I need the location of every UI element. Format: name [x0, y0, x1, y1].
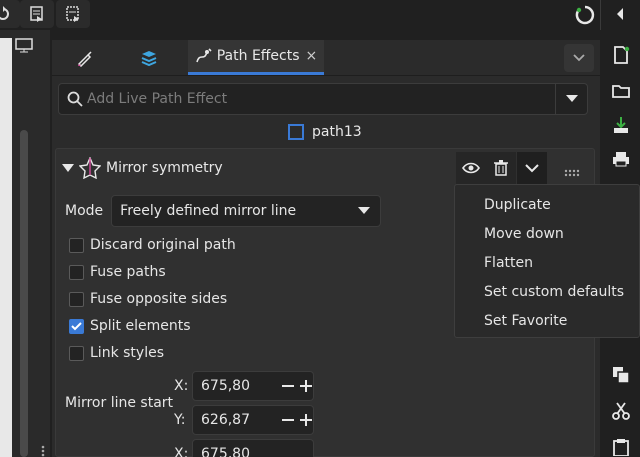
mode-select[interactable]: Freely defined mirror line: [111, 195, 382, 227]
tab-path-effects[interactable]: Path Effects ×: [188, 40, 324, 75]
toolbar-separator: [600, 0, 601, 30]
top-toolbar: [0, 0, 640, 30]
option-label: Discard original path: [90, 237, 236, 253]
dropdown-arrow-icon: [565, 95, 578, 102]
decrement-button[interactable]: [279, 410, 297, 430]
chevron-down-icon: [573, 54, 585, 62]
object-id-label: path13: [312, 124, 362, 140]
start-y-spinbox[interactable]: 626,87: [192, 405, 314, 435]
minus-icon: [282, 419, 294, 421]
pen-brush-icon: [77, 50, 92, 67]
drag-handle-icon[interactable]: [41, 445, 45, 457]
option-link-styles[interactable]: Link styles: [69, 343, 164, 363]
start-x-label: X:: [174, 378, 189, 394]
document-import-icon: [66, 6, 79, 22]
option-label: Fuse opposite sides: [90, 291, 228, 307]
menu-item-set-favorite[interactable]: Set Favorite: [484, 313, 567, 329]
option-fuse-paths[interactable]: Fuse paths: [69, 262, 166, 282]
end-x-label: X:: [174, 446, 189, 457]
start-y-value: 626,87: [201, 412, 250, 428]
checkbox[interactable]: [69, 264, 84, 280]
close-tab-icon[interactable]: ×: [306, 48, 318, 64]
document-export-icon: [30, 6, 43, 22]
save-icon[interactable]: [612, 116, 630, 134]
menu-item-set-custom-defaults[interactable]: Set custom defaults: [484, 284, 624, 300]
print-icon[interactable]: [612, 150, 630, 168]
mode-row: Mode Freely defined mirror line: [65, 195, 382, 227]
plus-icon: [300, 414, 312, 426]
tab-layers[interactable]: [132, 40, 166, 75]
eye-icon: [462, 162, 480, 174]
increment-button[interactable]: [297, 376, 315, 396]
path-effects-icon: [195, 48, 212, 63]
menu-item-move-down[interactable]: Move down: [484, 226, 564, 242]
display-mode-icon[interactable]: [14, 38, 34, 58]
dropdown-arrow-icon: [358, 207, 371, 214]
option-fuse-opposite-sides[interactable]: Fuse opposite sides: [69, 289, 227, 309]
toolbar-button-import[interactable]: [56, 0, 90, 28]
minus-icon: [282, 385, 294, 387]
mirror-symmetry-icon: [79, 157, 101, 179]
option-label: Split elements: [90, 318, 191, 334]
rotate-icon: [0, 6, 9, 20]
decrement-button[interactable]: [279, 376, 297, 396]
checkbox[interactable]: [69, 237, 84, 253]
tab-menu-button[interactable]: [564, 44, 594, 72]
effect-context-menu: Duplicate Move down Flatten Set custom d…: [454, 184, 640, 338]
rectangle-object-icon: [288, 124, 304, 140]
new-document-icon[interactable]: [612, 46, 630, 64]
paste-icon[interactable]: [612, 438, 630, 457]
tab-label: Path Effects: [216, 48, 300, 64]
inkscape-window: Path Effects × path13 Mirror symmetry: [0, 0, 640, 457]
tab-fill-stroke[interactable]: [68, 40, 102, 75]
canvas-page-edge: [0, 38, 12, 457]
option-discard-original-path[interactable]: Discard original path: [69, 235, 236, 255]
option-label: Fuse paths: [90, 264, 166, 280]
increment-button[interactable]: [297, 410, 315, 430]
checkbox[interactable]: [69, 291, 84, 307]
mirror-line-start-label: Mirror line start: [65, 395, 174, 411]
search-icon: [67, 91, 83, 107]
toggle-visibility-button[interactable]: [456, 152, 486, 184]
toolbar-button-export[interactable]: [20, 0, 54, 28]
duplicate-icon[interactable]: [612, 366, 630, 384]
start-x-value: 675,80: [201, 378, 250, 394]
effect-title: Mirror symmetry: [106, 160, 223, 176]
add-effect-search: [58, 83, 588, 115]
mode-value: Freely defined mirror line: [120, 203, 297, 219]
effect-header: Mirror symmetry: [56, 149, 596, 189]
drag-grip-icon[interactable]: [564, 165, 580, 181]
add-effect-input[interactable]: [87, 84, 547, 114]
cut-icon[interactable]: [612, 402, 630, 420]
selected-object: path13: [288, 122, 362, 142]
start-x-spinbox[interactable]: 675,80: [192, 371, 314, 401]
end-x-value: 675,80: [201, 446, 250, 457]
plus-icon: [300, 380, 312, 392]
checkbox-checked[interactable]: [69, 318, 84, 334]
collapse-left-icon[interactable]: [614, 6, 626, 26]
start-y-label: Y:: [174, 412, 186, 428]
menu-item-flatten[interactable]: Flatten: [484, 255, 533, 271]
end-x-spinbox[interactable]: 675,80: [192, 439, 314, 457]
layers-icon: [141, 50, 157, 66]
expand-triangle-icon[interactable]: [62, 164, 74, 174]
checkmark-icon: [71, 321, 82, 330]
option-label: Link styles: [90, 345, 164, 361]
snap-icon[interactable]: [574, 4, 596, 30]
checkbox[interactable]: [69, 345, 84, 361]
toolbar-button-rotate[interactable]: [0, 0, 20, 28]
option-split-elements[interactable]: Split elements: [69, 316, 191, 336]
chevron-down-icon: [525, 163, 539, 172]
canvas-vertical-scrollbar[interactable]: [20, 130, 28, 457]
mode-label: Mode: [65, 203, 104, 219]
delete-effect-button[interactable]: [486, 152, 516, 184]
menu-item-duplicate[interactable]: Duplicate: [484, 197, 551, 213]
effects-gallery-dropdown[interactable]: [555, 84, 587, 114]
effect-menu-button[interactable]: [517, 152, 547, 184]
trash-icon: [494, 160, 508, 176]
open-folder-icon[interactable]: [612, 82, 630, 100]
dock-tab-bar: Path Effects ×: [52, 40, 600, 76]
